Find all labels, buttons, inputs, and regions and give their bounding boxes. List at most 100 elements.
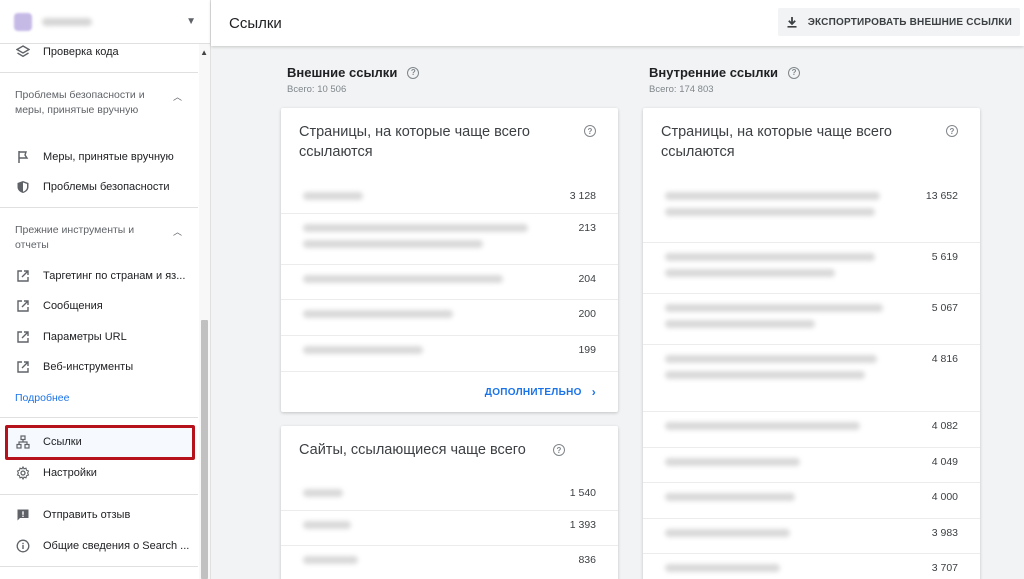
blurred-url — [303, 275, 503, 283]
card-footer: ДОПОЛНИТЕЛЬНО › — [281, 371, 618, 409]
table-row[interactable]: 199 — [281, 335, 618, 371]
link-count: 1 393 — [569, 519, 596, 531]
link-count: 200 — [578, 308, 596, 320]
external-top-sites-card: Сайты, ссылающиеся чаще всего ? 1 540 1 … — [281, 426, 618, 579]
table-row[interactable]: 5 619 — [643, 242, 980, 293]
help-icon[interactable]: ? — [584, 125, 596, 137]
table-row[interactable]: 3 707 — [643, 553, 980, 579]
nav-feedback[interactable]: Отправить отзыв — [0, 501, 198, 529]
link-count: 4 816 — [931, 353, 958, 365]
table-row[interactable]: 3 128 — [281, 182, 618, 213]
link-count: 204 — [578, 273, 596, 285]
table-row[interactable]: 204 — [281, 264, 618, 299]
nav-manual-actions[interactable]: Меры, принятые вручную — [0, 143, 198, 171]
more-link[interactable]: Подробнее — [15, 392, 69, 404]
link-count: 4 049 — [931, 456, 958, 468]
table-row[interactable]: 1 393 — [281, 510, 618, 545]
open-external-icon — [16, 299, 30, 313]
blurred-url — [665, 320, 815, 328]
flag-icon — [16, 150, 30, 164]
link-count: 3 983 — [931, 527, 958, 539]
divider — [0, 72, 198, 73]
link-count: 213 — [578, 222, 596, 234]
table-row[interactable]: 836 — [281, 545, 618, 579]
table-row[interactable]: 4 049 — [643, 447, 980, 482]
shield-icon — [16, 180, 30, 194]
nav-messages[interactable]: Сообщения — [0, 292, 198, 320]
nav-security-issues[interactable]: Проблемы безопасности — [0, 173, 198, 201]
internal-links-heading: Внутренние ссылки ? — [649, 65, 801, 80]
divider — [0, 566, 198, 567]
scroll-up-arrow-icon[interactable]: ▲ — [200, 48, 208, 57]
blurred-url — [665, 371, 865, 379]
blurred-url — [303, 346, 423, 354]
link-count: 3 707 — [931, 562, 958, 574]
link-count: 1 540 — [569, 487, 596, 499]
property-avatar — [14, 12, 32, 31]
blurred-url — [665, 355, 877, 363]
blurred-url — [303, 192, 363, 200]
divider — [0, 207, 198, 208]
table-row[interactable]: 13 652 — [643, 182, 980, 242]
feedback-icon — [16, 508, 30, 522]
external-links-total: Всего: 10 506 — [287, 84, 347, 95]
link-count: 5 619 — [931, 251, 958, 263]
blurred-url — [665, 458, 800, 466]
card-title: Страницы, на которые чаще всего ссылаютс… — [299, 124, 530, 160]
section-legacy: Прежние инструменты и отчеты — [15, 224, 135, 251]
blurred-url — [665, 208, 875, 216]
nav-code-check[interactable]: Проверка кода — [0, 38, 198, 66]
help-icon[interactable]: ? — [553, 444, 565, 456]
table-row[interactable]: 5 067 — [643, 293, 980, 344]
divider — [0, 417, 198, 418]
table-row[interactable]: 1 540 — [281, 479, 618, 510]
card-title: Страницы, на которые чаще всего ссылаютс… — [661, 124, 892, 160]
sidebar: ▼ Проверка кода Проблемы безопасности и … — [0, 0, 211, 579]
table-row[interactable]: 200 — [281, 299, 618, 335]
card-title: Сайты, ссылающиеся чаще всего — [299, 442, 526, 458]
table-row[interactable]: 4 082 — [643, 411, 980, 447]
link-count: 4 082 — [931, 420, 958, 432]
layers-icon — [16, 45, 30, 59]
table-row[interactable]: 213 — [281, 213, 618, 264]
link-count: 13 652 — [925, 190, 958, 202]
external-top-pages-card: Страницы, на которые чаще всего ссылаютс… — [281, 108, 618, 412]
blurred-url — [665, 422, 860, 430]
nav-settings[interactable]: Настройки — [0, 459, 198, 487]
link-count: 3 128 — [569, 190, 596, 202]
property-name-blurred — [42, 17, 92, 26]
open-external-icon — [16, 330, 30, 344]
chevron-up-icon[interactable]: ︿ — [173, 90, 182, 103]
sidebar-scroll-thumb[interactable] — [201, 320, 208, 579]
blurred-url — [665, 493, 795, 501]
table-row[interactable]: 3 983 — [643, 518, 980, 553]
sitemap-icon — [16, 435, 30, 449]
help-icon[interactable]: ? — [407, 66, 420, 79]
nav-intl-targeting[interactable]: Таргетинг по странам и яз... — [0, 262, 198, 290]
external-links-heading: Внешние ссылки ? — [287, 65, 420, 80]
nav-about[interactable]: Общие сведения о Search ... — [0, 532, 198, 560]
internal-links-total: Всего: 174 803 — [649, 84, 714, 95]
blurred-url — [303, 224, 528, 232]
help-icon[interactable]: ? — [788, 66, 801, 79]
blurred-url — [303, 489, 343, 497]
table-row[interactable]: 4 000 — [643, 482, 980, 518]
info-icon — [16, 539, 30, 553]
more-button[interactable]: ДОПОЛНИТЕЛЬНО › — [485, 385, 596, 399]
help-icon[interactable]: ? — [946, 125, 958, 137]
caret-down-icon: ▼ — [186, 16, 196, 27]
table-row[interactable]: 4 816 — [643, 344, 980, 411]
nav-url-params[interactable]: Параметры URL — [0, 323, 198, 351]
blurred-url — [303, 521, 351, 529]
gear-icon — [16, 466, 30, 480]
chevron-up-icon[interactable]: ︿ — [173, 225, 182, 238]
blurred-url — [665, 192, 880, 200]
blurred-url — [665, 253, 875, 261]
download-icon — [787, 17, 797, 28]
export-external-links-button[interactable]: ЭКСПОРТИРОВАТЬ ВНЕШНИЕ ССЫЛКИ — [777, 8, 1020, 36]
nav-links[interactable]: Ссылки — [0, 428, 198, 456]
top-header: Ссылки ЭКСПОРТИРОВАТЬ ВНЕШНИЕ ССЫЛКИ — [211, 0, 1024, 46]
blurred-url — [665, 304, 883, 312]
link-count: 5 067 — [931, 302, 958, 314]
nav-web-tools[interactable]: Веб-инструменты — [0, 353, 198, 381]
